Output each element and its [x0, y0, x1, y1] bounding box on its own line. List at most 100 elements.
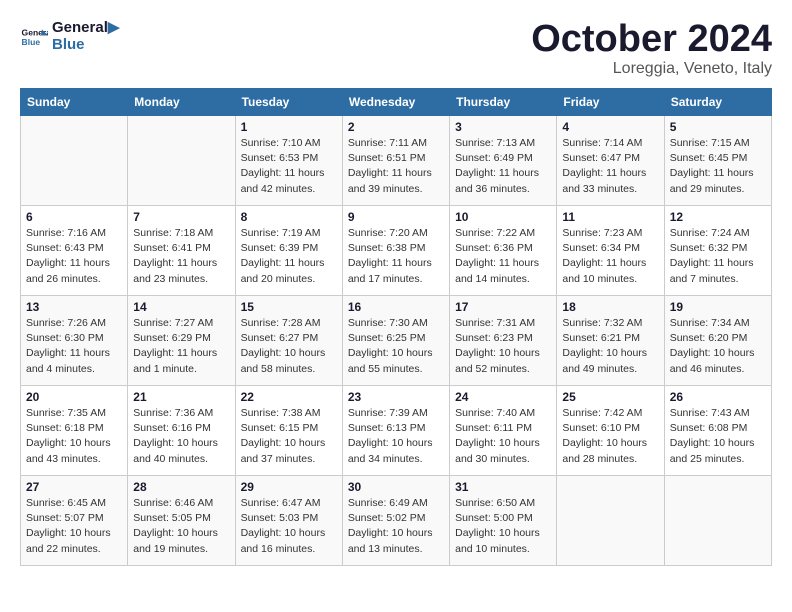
day-info: Sunrise: 7:14 AM Sunset: 6:47 PM Dayligh…: [562, 136, 658, 197]
day-info: Sunrise: 7:15 AM Sunset: 6:45 PM Dayligh…: [670, 136, 766, 197]
calendar-day-23: 23Sunrise: 7:39 AM Sunset: 6:13 PM Dayli…: [342, 386, 449, 476]
day-info: Sunrise: 7:42 AM Sunset: 6:10 PM Dayligh…: [562, 406, 658, 467]
day-info: Sunrise: 7:26 AM Sunset: 6:30 PM Dayligh…: [26, 316, 122, 377]
calendar-day-26: 26 Sunrise: 7:43 AM Sunset: 6:08 PM Dayli…: [664, 386, 771, 476]
calendar-day-21: 21 Sunrise: 7:36 AM Sunset: 6:16 PM Dayli…: [128, 386, 235, 476]
calendar-day-9: 9 Sunrise: 7:20 AM Sunset: 6:38 PM Daylig…: [342, 206, 449, 296]
day-number: 24: [455, 390, 551, 404]
day-number: 15: [241, 300, 337, 314]
calendar-empty-cell: [21, 116, 128, 206]
calendar-empty-cell: [128, 116, 235, 206]
header: General Blue General▶ Blue October 2024 …: [20, 20, 772, 78]
day-number: 10: [455, 210, 551, 224]
header-day-monday: Monday: [128, 89, 235, 116]
calendar-day-16: 16 Sunrise: 7:30 AM Sunset: 6:25 PM Dayli…: [342, 296, 449, 386]
day-info: Sunrise: 7:20 AM Sunset: 6:38 PM Dayligh…: [348, 226, 444, 287]
header-day-thursday: Thursday: [450, 89, 557, 116]
day-info: Sunrise: 6:47 AM Sunset: 5:03 PM Dayligh…: [241, 496, 337, 557]
day-info: Sunrise: 7:28 AM Sunset: 6:27 PM Dayligh…: [241, 316, 337, 377]
day-info: Sunrise: 7:19 AM Sunset: 6:39 PM Dayligh…: [241, 226, 337, 287]
day-info: Sunrise: 7:36 AM Sunset: 6:16 PM Dayligh…: [133, 406, 229, 467]
day-number: 1: [241, 120, 337, 134]
calendar-week-row: 20 Sunrise: 7:35 AM Sunset: 6:18 PM Dayli…: [21, 386, 772, 476]
calendar-day-8: 8 Sunrise: 7:19 AM Sunset: 6:39 PM Daylig…: [235, 206, 342, 296]
day-number: 7: [133, 210, 229, 224]
logo-icon: General Blue: [20, 23, 48, 51]
calendar-day-29: 29 Sunrise: 6:47 AM Sunset: 5:03 PM Dayli…: [235, 476, 342, 566]
day-number: 30: [348, 480, 444, 494]
day-info: Sunrise: 7:27 AM Sunset: 6:29 PM Dayligh…: [133, 316, 229, 377]
calendar-day-30: 30 Sunrise: 6:49 AM Sunset: 5:02 PM Dayli…: [342, 476, 449, 566]
day-number: 11: [562, 210, 658, 224]
day-number: 21: [133, 390, 229, 404]
day-info: Sunrise: 7:43 AM Sunset: 6:08 PM Dayligh…: [670, 406, 766, 467]
calendar-day-3: 3 Sunrise: 7:13 AM Sunset: 6:49 PM Daylig…: [450, 116, 557, 206]
day-info: Sunrise: 7:34 AM Sunset: 6:20 PM Dayligh…: [670, 316, 766, 377]
day-number: 6: [26, 210, 122, 224]
header-day-wednesday: Wednesday: [342, 89, 449, 116]
month-title: October 2024: [531, 20, 772, 58]
calendar-day-15: 15 Sunrise: 7:28 AM Sunset: 6:27 PM Dayli…: [235, 296, 342, 386]
day-info: Sunrise: 7:31 AM Sunset: 6:23 PM Dayligh…: [455, 316, 551, 377]
calendar-week-row: 27Sunrise: 6:45 AM Sunset: 5:07 PM Dayli…: [21, 476, 772, 566]
calendar-empty-cell: [557, 476, 664, 566]
day-number: 2: [348, 120, 444, 134]
calendar-day-14: 14Sunrise: 7:27 AM Sunset: 6:29 PM Dayli…: [128, 296, 235, 386]
day-info: Sunrise: 7:35 AM Sunset: 6:18 PM Dayligh…: [26, 406, 122, 467]
day-number: 9: [348, 210, 444, 224]
header-day-saturday: Saturday: [664, 89, 771, 116]
calendar-week-row: 6Sunrise: 7:16 AM Sunset: 6:43 PM Daylig…: [21, 206, 772, 296]
day-info: Sunrise: 7:11 AM Sunset: 6:51 PM Dayligh…: [348, 136, 444, 197]
calendar-day-10: 10 Sunrise: 7:22 AM Sunset: 6:36 PM Dayli…: [450, 206, 557, 296]
day-number: 28: [133, 480, 229, 494]
calendar-table: SundayMondayTuesdayWednesdayThursdayFrid…: [20, 88, 772, 566]
day-info: Sunrise: 7:22 AM Sunset: 6:36 PM Dayligh…: [455, 226, 551, 287]
header-day-friday: Friday: [557, 89, 664, 116]
day-info: Sunrise: 7:13 AM Sunset: 6:49 PM Dayligh…: [455, 136, 551, 197]
calendar-day-24: 24Sunrise: 7:40 AM Sunset: 6:11 PM Dayli…: [450, 386, 557, 476]
calendar-day-5: 5Sunrise: 7:15 AM Sunset: 6:45 PM Daylig…: [664, 116, 771, 206]
day-number: 19: [670, 300, 766, 314]
svg-text:Blue: Blue: [22, 36, 41, 46]
calendar-day-1: 1Sunrise: 7:10 AM Sunset: 6:53 PM Daylig…: [235, 116, 342, 206]
day-number: 17: [455, 300, 551, 314]
calendar-day-2: 2 Sunrise: 7:11 AM Sunset: 6:51 PM Daylig…: [342, 116, 449, 206]
day-info: Sunrise: 6:49 AM Sunset: 5:02 PM Dayligh…: [348, 496, 444, 557]
calendar-day-4: 4Sunrise: 7:14 AM Sunset: 6:47 PM Daylig…: [557, 116, 664, 206]
calendar-day-11: 11 Sunrise: 7:23 AM Sunset: 6:34 PM Dayli…: [557, 206, 664, 296]
calendar-empty-cell: [664, 476, 771, 566]
calendar-day-31: 31 Sunrise: 6:50 AM Sunset: 5:00 PM Dayli…: [450, 476, 557, 566]
calendar-day-20: 20 Sunrise: 7:35 AM Sunset: 6:18 PM Dayli…: [21, 386, 128, 476]
day-number: 29: [241, 480, 337, 494]
calendar-day-27: 27Sunrise: 6:45 AM Sunset: 5:07 PM Dayli…: [21, 476, 128, 566]
calendar-week-row: 13 Sunrise: 7:26 AM Sunset: 6:30 PM Dayli…: [21, 296, 772, 386]
location-title: Loreggia, Veneto, Italy: [531, 60, 772, 78]
calendar-day-7: 7Sunrise: 7:18 AM Sunset: 6:41 PM Daylig…: [128, 206, 235, 296]
day-number: 27: [26, 480, 122, 494]
day-info: Sunrise: 7:38 AM Sunset: 6:15 PM Dayligh…: [241, 406, 337, 467]
day-number: 20: [26, 390, 122, 404]
day-info: Sunrise: 6:50 AM Sunset: 5:00 PM Dayligh…: [455, 496, 551, 557]
calendar-day-28: 28 Sunrise: 6:46 AM Sunset: 5:05 PM Dayli…: [128, 476, 235, 566]
calendar-day-22: 22Sunrise: 7:38 AM Sunset: 6:15 PM Dayli…: [235, 386, 342, 476]
day-number: 13: [26, 300, 122, 314]
calendar-day-19: 19 Sunrise: 7:34 AM Sunset: 6:20 PM Dayli…: [664, 296, 771, 386]
header-day-sunday: Sunday: [21, 89, 128, 116]
calendar-day-17: 17 Sunrise: 7:31 AM Sunset: 6:23 PM Dayli…: [450, 296, 557, 386]
calendar-day-18: 18Sunrise: 7:32 AM Sunset: 6:21 PM Dayli…: [557, 296, 664, 386]
day-number: 26: [670, 390, 766, 404]
day-number: 16: [348, 300, 444, 314]
day-number: 31: [455, 480, 551, 494]
day-info: Sunrise: 7:32 AM Sunset: 6:21 PM Dayligh…: [562, 316, 658, 377]
calendar-day-13: 13 Sunrise: 7:26 AM Sunset: 6:30 PM Dayli…: [21, 296, 128, 386]
day-number: 3: [455, 120, 551, 134]
day-info: Sunrise: 7:30 AM Sunset: 6:25 PM Dayligh…: [348, 316, 444, 377]
day-info: Sunrise: 6:46 AM Sunset: 5:05 PM Dayligh…: [133, 496, 229, 557]
title-area: October 2024 Loreggia, Veneto, Italy: [531, 20, 772, 78]
day-info: Sunrise: 7:23 AM Sunset: 6:34 PM Dayligh…: [562, 226, 658, 287]
logo-text: General▶: [52, 20, 119, 37]
header-day-tuesday: Tuesday: [235, 89, 342, 116]
day-number: 8: [241, 210, 337, 224]
calendar-day-25: 25 Sunrise: 7:42 AM Sunset: 6:10 PM Dayli…: [557, 386, 664, 476]
day-number: 25: [562, 390, 658, 404]
